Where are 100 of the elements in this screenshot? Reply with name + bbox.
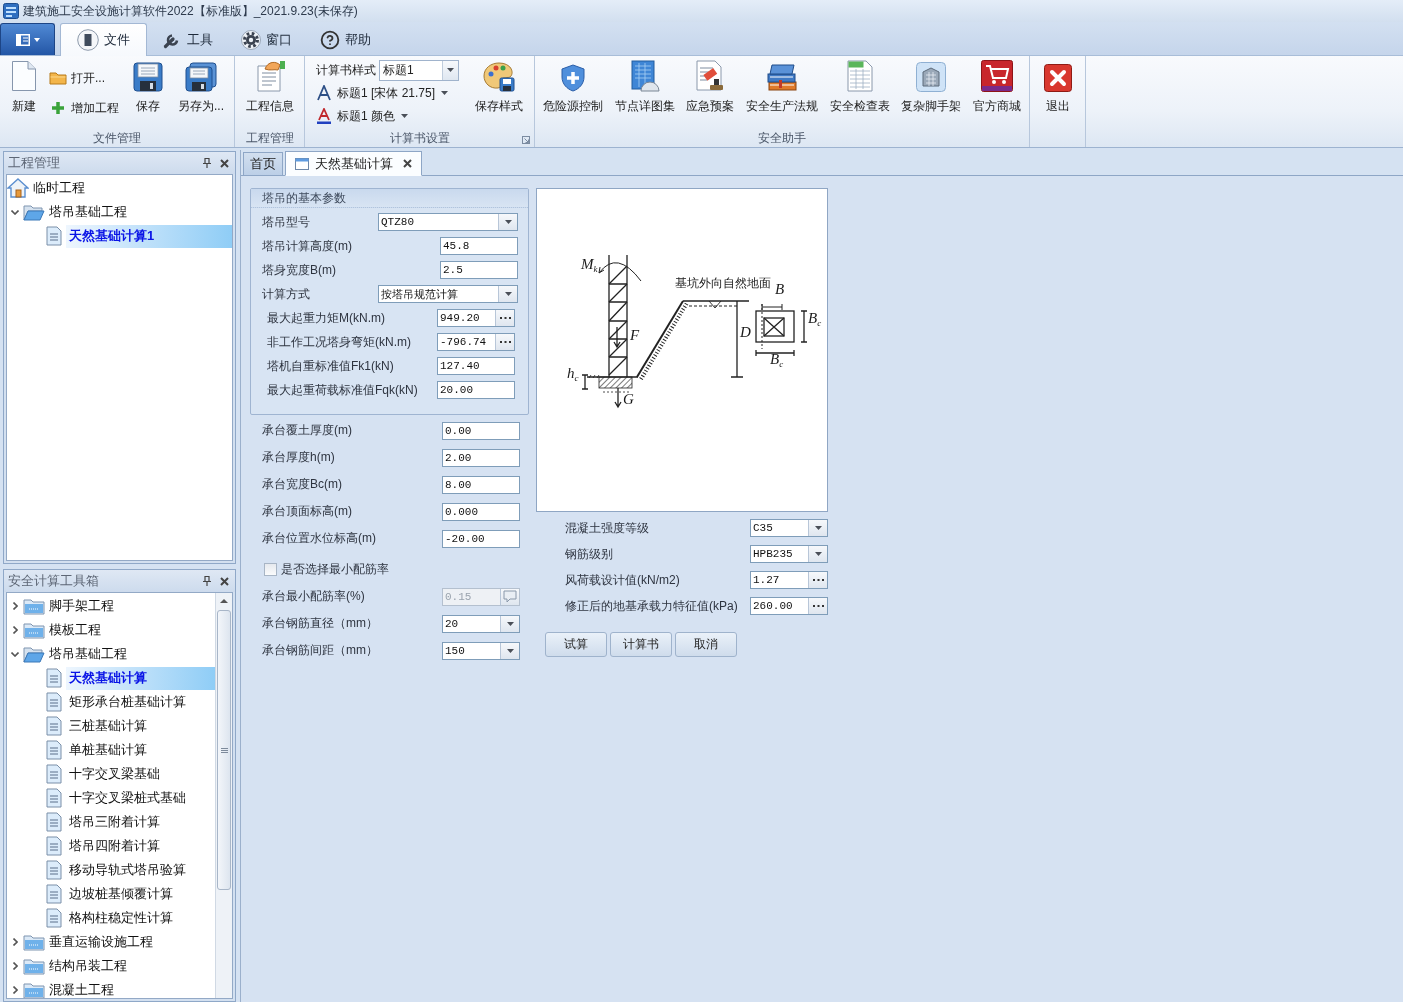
input-field[interactable]: -20.00: [442, 529, 520, 548]
ribbon-button[interactable]: 官方商城: [970, 56, 1025, 115]
ribbon-tab[interactable]: 窗口: [228, 23, 305, 55]
diagram-label: 基坑外向自然地面: [675, 277, 771, 289]
ribbon-tab[interactable]: 文件: [60, 23, 147, 56]
input-field[interactable]: 0.000: [442, 502, 520, 521]
ribbon-button[interactable]: 打开...: [49, 67, 121, 89]
dropdown-button[interactable]: [808, 520, 827, 536]
dropdown-button[interactable]: [498, 286, 517, 302]
dropdown-button[interactable]: [500, 642, 519, 659]
form-button[interactable]: 计算书: [610, 632, 672, 657]
dropdown-field[interactable]: 按塔吊规范计算: [378, 285, 518, 303]
input-field[interactable]: 20.00: [437, 381, 515, 399]
ribbon-button[interactable]: 危险源控制: [539, 56, 606, 115]
tree-item[interactable]: 天然基础计算1: [66, 224, 232, 248]
tab-close-button[interactable]: [403, 159, 412, 168]
input-field[interactable]: 0.00: [442, 421, 520, 440]
input-field[interactable]: 45.8: [440, 237, 518, 255]
input-field[interactable]: 127.40: [437, 357, 515, 375]
tree-item[interactable]: 三桩基础计算: [66, 714, 151, 738]
ellipsis-button[interactable]: [808, 598, 827, 614]
app-menu-button[interactable]: [0, 23, 55, 55]
ribbon-button[interactable]: 保存: [130, 56, 166, 115]
tree-item[interactable]: 矩形承台桩基础计算: [66, 690, 190, 714]
input-field[interactable]: -796.74: [437, 333, 515, 351]
tree-item[interactable]: 塔吊四附着计算: [66, 834, 164, 858]
field-label: 承台宽度Bc(m): [262, 476, 342, 493]
ribbon-button[interactable]: 工程信息: [242, 56, 297, 115]
document-tab[interactable]: 天然基础计算: [285, 151, 422, 176]
field-label: 塔身宽度B(m): [262, 261, 336, 279]
scrollbar-thumb[interactable]: [217, 610, 231, 890]
ribbon-button[interactable]: 另存为...: [175, 56, 227, 115]
input-field[interactable]: 2.5: [440, 261, 518, 279]
tree-item[interactable]: 模板工程: [46, 618, 105, 642]
tree-item[interactable]: 格构柱稳定性计算: [66, 906, 177, 930]
ribbon-tab[interactable]: 帮助: [307, 23, 384, 55]
dropdown-field[interactable]: HPB235: [750, 545, 828, 563]
tree-item[interactable]: 单桩基础计算: [66, 738, 151, 762]
ribbon-tab[interactable]: 工具: [149, 23, 226, 55]
dropdown-button[interactable]: 标题1 颜色: [316, 105, 459, 127]
tree-item[interactable]: 垂直运输设施工程: [46, 930, 157, 954]
scroll-up-arrow-icon: [220, 599, 228, 603]
tree-item[interactable]: 脚手架工程: [46, 594, 118, 618]
dropdown-field[interactable]: QTZ80: [378, 213, 518, 231]
tree-item[interactable]: 边坡桩基倾覆计算: [66, 882, 177, 906]
document-icon: [46, 692, 62, 712]
ribbon-button[interactable]: 安全生产法规: [742, 56, 821, 115]
dropdown-field[interactable]: 标题1: [379, 59, 459, 81]
dropdown-field[interactable]: 150: [442, 641, 520, 660]
ribbon-button[interactable]: 退出: [1040, 56, 1075, 115]
pin-button[interactable]: [203, 158, 211, 168]
dropdown-button[interactable]: [500, 615, 519, 632]
input-field[interactable]: 2.00: [442, 448, 520, 467]
diagram-label: M$_{k}$: [581, 257, 598, 274]
ribbon-button[interactable]: 应急预案: [683, 56, 738, 115]
tree-item[interactable]: 塔吊基础工程: [46, 200, 131, 224]
close-button[interactable]: [220, 158, 229, 168]
tree-item[interactable]: 临时工程: [30, 176, 89, 200]
dialog-launcher-button[interactable]: [522, 136, 530, 144]
tree-item[interactable]: 十字交叉梁基础: [66, 762, 164, 786]
ellipsis-button[interactable]: [808, 572, 827, 588]
ribbon-button[interactable]: 增加工程: [49, 97, 121, 119]
input-field[interactable]: 8.00: [442, 475, 520, 494]
field-label: 钢筋级别: [565, 545, 613, 563]
ellipsis-button[interactable]: [495, 334, 514, 350]
ribbon-button[interactable]: 安全检查表: [826, 56, 893, 115]
document-icon: [46, 716, 62, 736]
form-button[interactable]: 取消: [675, 632, 737, 657]
folder-icon: [23, 957, 45, 975]
dropdown-button[interactable]: [442, 60, 458, 80]
tree-item[interactable]: 塔吊基础工程: [46, 642, 131, 666]
checkbox[interactable]: [264, 562, 277, 576]
scrollbar[interactable]: [215, 593, 232, 998]
input-field[interactable]: 260.00: [750, 597, 828, 615]
dropdown-field[interactable]: C35: [750, 519, 828, 537]
ribbon-button[interactable]: 新建: [8, 56, 40, 115]
caret-icon: [504, 220, 512, 224]
ribbon-button[interactable]: 节点详图集: [611, 56, 678, 115]
tree-item[interactable]: 十字交叉梁桩式基础: [66, 786, 190, 810]
form-button[interactable]: 试算: [545, 632, 607, 657]
tree-item[interactable]: 混凝土工程: [46, 978, 118, 998]
dropdown-button[interactable]: 标题1 [宋体 21.75]: [316, 82, 459, 104]
panel-title: 安全计算工具箱: [8, 572, 99, 590]
document-tab[interactable]: 首页: [243, 152, 283, 175]
tree-item[interactable]: 结构吊装工程: [46, 954, 131, 978]
dropdown-button[interactable]: [808, 546, 827, 562]
pin-button[interactable]: [203, 576, 211, 586]
dropdown-button[interactable]: [498, 214, 517, 230]
ellipsis-button[interactable]: [495, 310, 514, 326]
ribbon-button[interactable]: 保存样式: [472, 56, 526, 115]
ribbon-button[interactable]: 复杂脚手架: [898, 56, 965, 115]
tree-item[interactable]: 移动导轨式塔吊验算: [66, 858, 190, 882]
input-field[interactable]: 1.27: [750, 571, 828, 589]
input-field[interactable]: 949.20: [437, 309, 515, 327]
caret-icon: [401, 114, 408, 118]
close-button[interactable]: [220, 576, 229, 586]
field-label: 塔机自重标准值Fk1(kN): [267, 357, 394, 375]
dropdown-field[interactable]: 20: [442, 614, 520, 633]
tree-item[interactable]: 天然基础计算: [66, 666, 215, 690]
tree-item[interactable]: 塔吊三附着计算: [66, 810, 164, 834]
